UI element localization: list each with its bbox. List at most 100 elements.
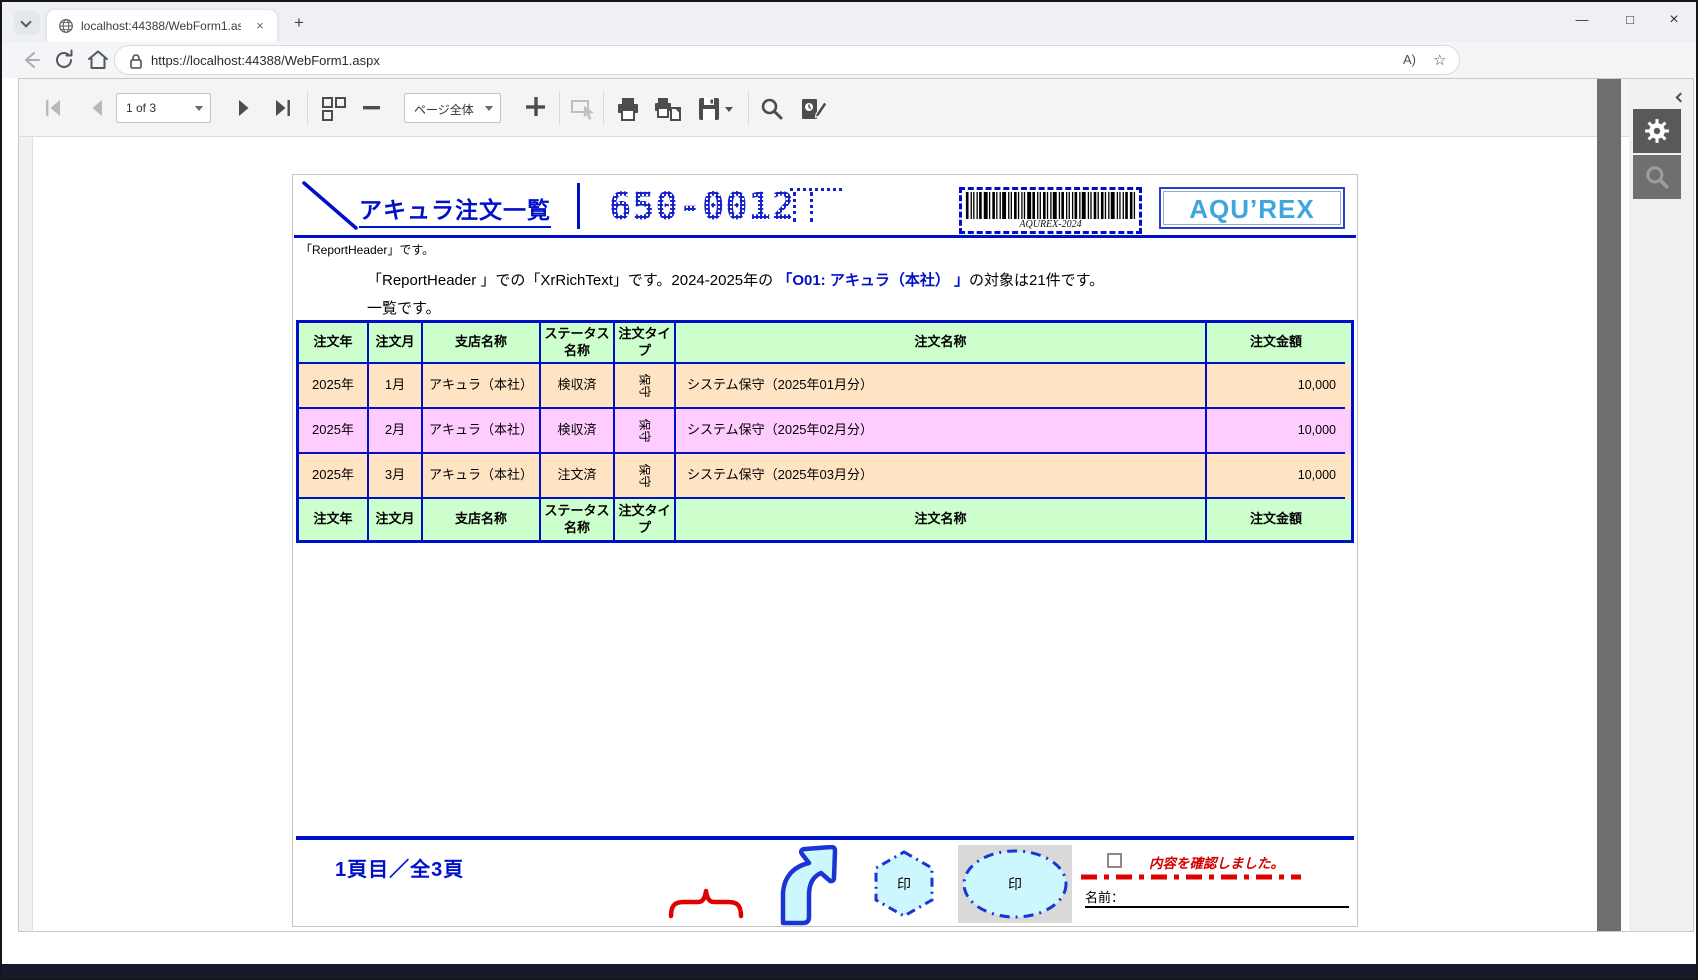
settings-panel-button[interactable] <box>1633 109 1681 153</box>
cell-amount: 10,000 <box>1207 409 1345 454</box>
zoom-selector-combo[interactable]: ページ全体 <box>404 93 501 123</box>
read-aloud-icon[interactable]: A) <box>1403 52 1416 67</box>
browser-tab[interactable]: localhost:44388/WebForm1.aspx × <box>46 9 278 42</box>
order-table: 注文年 注文月 支店名称 ステータス名称 注文タイプ 注文名称 注文金額 202… <box>296 320 1354 543</box>
window-maximize-button[interactable]: □ <box>1608 2 1652 38</box>
highlight-editing-fields-button[interactable] <box>570 96 598 120</box>
dotted-line-shape <box>790 188 842 191</box>
chevron-down-icon <box>195 106 203 111</box>
dotted-line-shape <box>793 192 796 222</box>
col-header-amount: 注文金額 <box>1207 323 1345 364</box>
table-row: 2025年 2月 アキュラ（本社） 検収済 保守 システム保守（2025年02月… <box>299 409 1351 454</box>
cell-amount: 10,000 <box>1207 454 1345 499</box>
viewer-side-panel <box>1629 79 1693 931</box>
cell-month: 1月 <box>369 364 423 409</box>
cell-month: 3月 <box>369 454 423 499</box>
col-header-branch: 支店名称 <box>423 323 541 364</box>
cell-branch: アキュラ（本社） <box>423 364 541 409</box>
document-area: アキュラ注文一覧 650-0012 AQUREX-2024 AQU’REX 「R… <box>19 137 1597 931</box>
table-row: 2025年 1月 アキュラ（本社） 検収済 保守 システム保守（2025年01月… <box>299 364 1351 409</box>
edit-document-button[interactable] <box>800 96 828 120</box>
page-indicator-value: 1 of 3 <box>126 101 156 115</box>
cell-order-name: システム保守（2025年03月分） <box>676 454 1207 499</box>
lock-icon <box>128 52 144 70</box>
confirm-checkbox[interactable] <box>1107 853 1122 868</box>
company-logo: AQU’REX <box>1159 187 1345 229</box>
cell-year: 2025年 <box>299 409 369 454</box>
rich-text-line1: 「ReportHeader 」での「XrRichText」です。2024-202… <box>367 269 1104 290</box>
zoom-in-button[interactable] <box>523 94 549 118</box>
name-label: 名前： <box>1085 887 1124 906</box>
toolbar-separator <box>748 91 749 125</box>
tab-title: localhost:44388/WebForm1.aspx <box>81 19 241 33</box>
col-header-type: 注文タイプ <box>615 499 676 540</box>
page-indicator-combo[interactable]: 1 of 3 <box>116 93 211 123</box>
chevron-left-icon <box>1676 93 1686 103</box>
cell-year: 2025年 <box>299 454 369 499</box>
zoom-selector-value: ページ全体 <box>414 101 474 118</box>
col-header-status: ステータス名称 <box>541 323 615 364</box>
multipage-view-button[interactable] <box>321 96 349 120</box>
table-footer-header-row: 注文年 注文月 支店名称 ステータス名称 注文タイプ 注文名称 注文金額 <box>299 499 1351 540</box>
header-divider-line <box>577 183 580 229</box>
home-button[interactable] <box>84 46 112 74</box>
stamp-hexagon: 印 <box>871 849 937 919</box>
page-number-text: 1頁目／全3頁 <box>335 853 464 882</box>
rich-text-suffix: の対象は21件です。 <box>969 272 1104 289</box>
name-underline <box>1085 906 1349 908</box>
last-page-button[interactable] <box>271 96 295 120</box>
cell-order-name: システム保守（2025年01月分） <box>676 364 1207 409</box>
cell-status: 検収済 <box>541 364 615 409</box>
rich-text-line2: 一覧です。 <box>367 297 441 318</box>
footer-rule-line <box>296 836 1354 840</box>
cell-type-vertical-text: 保守 <box>637 418 652 442</box>
globe-icon <box>58 18 74 34</box>
gear-icon <box>1643 117 1671 145</box>
header-rule-line <box>294 235 1356 238</box>
search-icon <box>1643 163 1671 191</box>
table-header-row: 注文年 注文月 支店名称 ステータス名称 注文タイプ 注文名称 注文金額 <box>299 323 1351 364</box>
left-gutter <box>19 137 33 931</box>
window-bottom-edge <box>2 964 1696 978</box>
back-button[interactable] <box>16 46 44 74</box>
refresh-button[interactable] <box>50 46 78 74</box>
address-bar[interactable]: https://localhost:44388/WebForm1.aspx A)… <box>114 45 1460 75</box>
tab-search-button[interactable] <box>14 11 40 35</box>
chevron-down-icon <box>485 106 493 111</box>
favorite-star-icon[interactable]: ☆ <box>1433 51 1446 69</box>
cell-status: 注文済 <box>541 454 615 499</box>
col-header-type: 注文タイプ <box>615 323 676 364</box>
zoom-out-button[interactable] <box>360 98 384 122</box>
new-tab-button[interactable]: + <box>288 12 310 34</box>
search-button[interactable] <box>759 96 785 120</box>
first-page-button[interactable] <box>41 96 65 120</box>
cell-type-vertical-text: 保守 <box>637 463 652 487</box>
tab-bar: localhost:44388/WebForm1.aspx × + — □ × <box>2 2 1696 42</box>
confirm-label: 内容を確認しました。 <box>1149 852 1284 872</box>
search-panel-button[interactable] <box>1633 155 1681 199</box>
cell-type: 保守 <box>615 454 676 499</box>
panel-collapse-button[interactable] <box>1673 91 1687 105</box>
window-minimize-button[interactable]: — <box>1560 2 1604 38</box>
window-close-button[interactable]: × <box>1652 2 1696 38</box>
stamp-label: 印 <box>958 874 1072 894</box>
col-header-status: ステータス名称 <box>541 499 615 540</box>
cell-branch: アキュラ（本社） <box>423 409 541 454</box>
previous-page-button[interactable] <box>85 96 109 120</box>
print-page-button[interactable] <box>653 96 683 120</box>
col-header-year: 注文年 <box>299 499 369 540</box>
stamp-ellipse-panel: 印 <box>958 845 1072 923</box>
arrow-up-right-shape <box>770 845 846 927</box>
red-dash-line <box>1081 873 1301 881</box>
tab-close-button[interactable]: × <box>251 17 269 35</box>
stamp-label: 印 <box>871 874 937 894</box>
print-button[interactable] <box>615 96 641 120</box>
vertical-scrollbar[interactable] <box>1597 79 1621 931</box>
next-page-button[interactable] <box>232 96 256 120</box>
col-header-amount: 注文金額 <box>1207 499 1345 540</box>
export-button[interactable] <box>697 96 735 120</box>
navigation-bar: https://localhost:44388/WebForm1.aspx A)… <box>2 42 1696 78</box>
viewer-toolbar: 1 of 3 ページ全体 <box>19 79 1693 137</box>
col-header-branch: 支店名称 <box>423 499 541 540</box>
cell-type: 保守 <box>615 364 676 409</box>
